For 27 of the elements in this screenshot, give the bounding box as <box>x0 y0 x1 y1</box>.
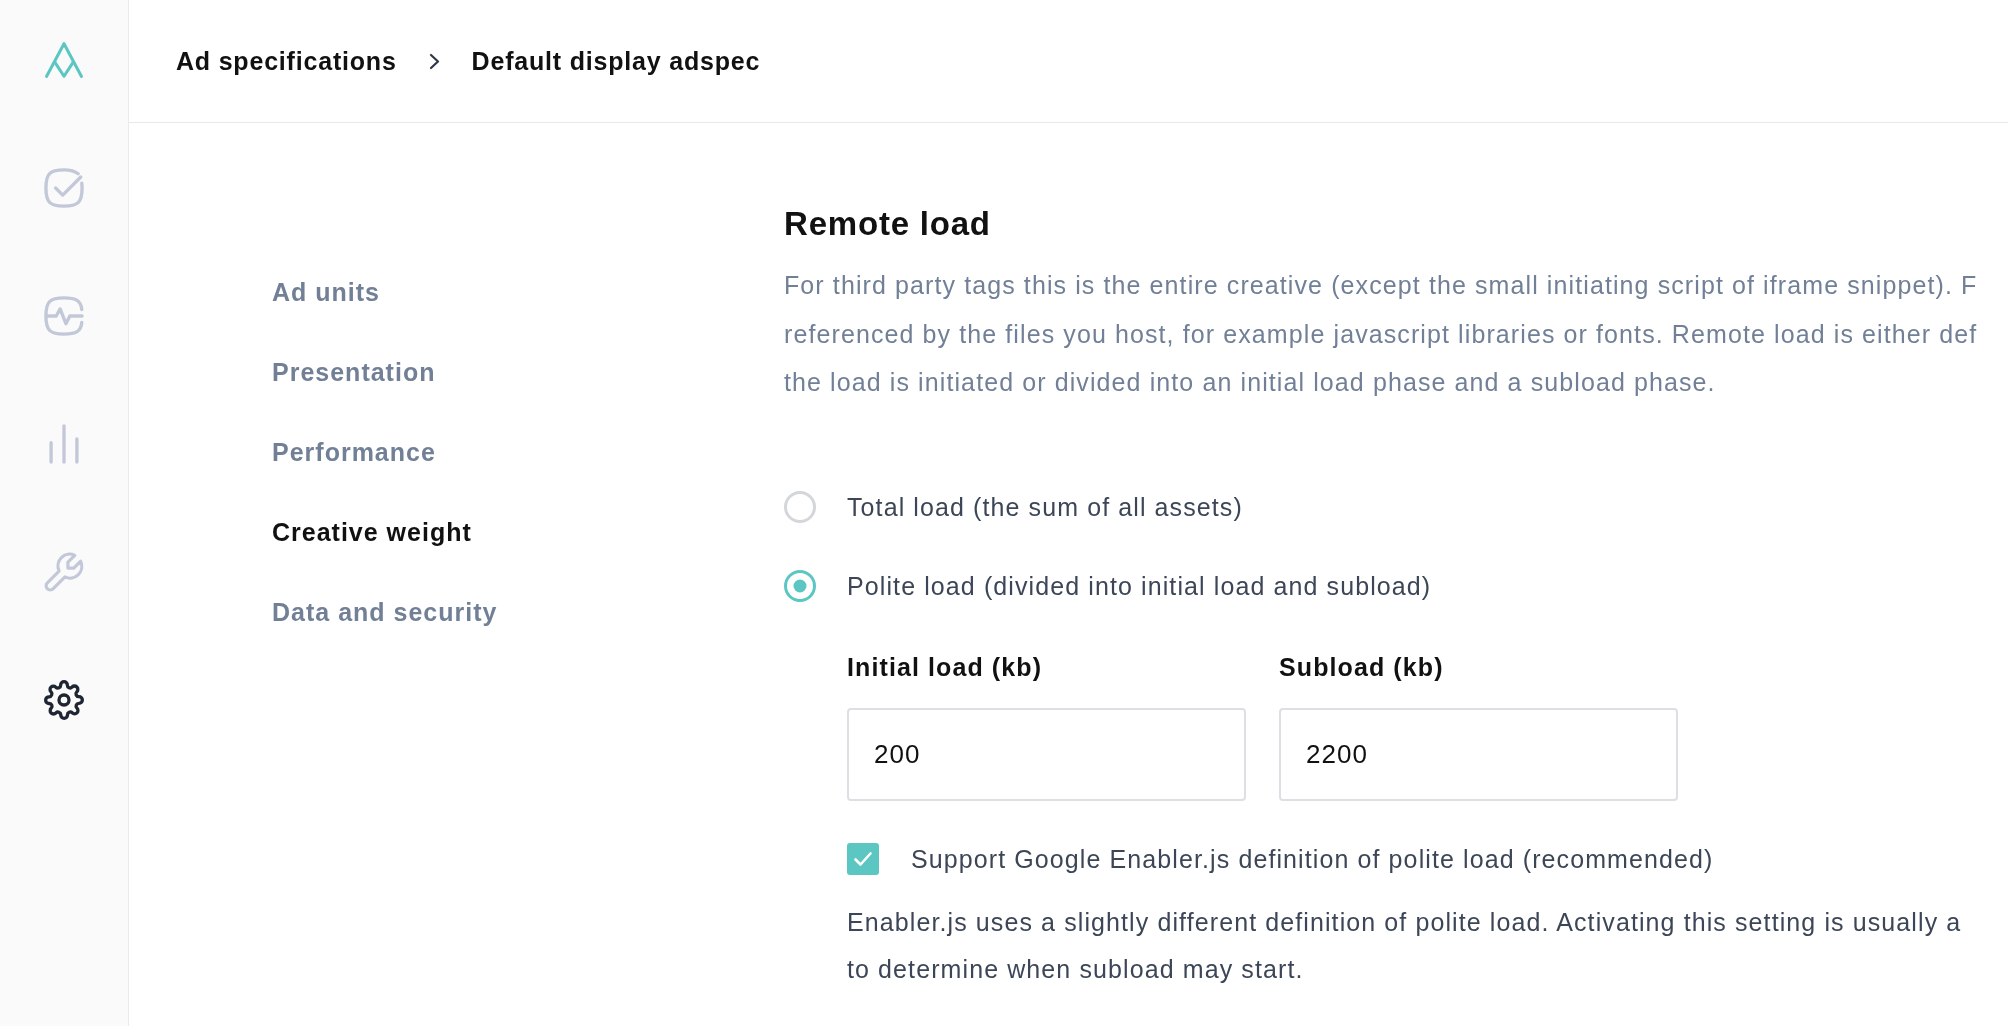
pulse-icon[interactable] <box>44 296 84 336</box>
checkbox-label: Support Google Enabler.js definition of polite load (recommended) <box>911 843 1714 875</box>
radio-button[interactable] <box>784 569 816 602</box>
logo-icon[interactable] <box>45 42 83 78</box>
section-nav-item[interactable]: Ad units <box>272 276 380 308</box>
input-field[interactable]: 200 <box>847 707 1246 801</box>
settings-icon[interactable] <box>44 680 84 720</box>
wrench-icon[interactable] <box>44 552 84 592</box>
radio-label: Polite load (divided into initial load and subload) <box>847 570 1432 602</box>
section-nav-item[interactable]: Presentation <box>272 356 436 388</box>
section-description: For third party tags this is the entire creative (except the small initiating script of iframe snippet). F referenced by the files you host, for example javascript libraries or fonts. Remote load is either def the load is initiated or divided into an initial load phase and a subload phase. <box>784 270 1978 398</box>
help-text: Enabler.js uses a slightly different definition of polite load. Activating this setting is usually a to determine when subload may start. <box>847 906 1962 985</box>
checkbox[interactable] <box>847 842 879 875</box>
breadcrumb-current: Default display adspec <box>471 46 761 76</box>
section-title: Remote load <box>784 204 991 244</box>
field-label: Initial load (kb) <box>847 651 1043 683</box>
breadcrumb-link[interactable]: Ad specifications <box>176 46 397 76</box>
radio-label: Total load (the sum of all assets) <box>847 491 1243 523</box>
checkmark-icon[interactable] <box>44 168 84 208</box>
field-label: Subload (kb) <box>1279 651 1444 683</box>
input-field[interactable]: 2200 <box>1279 707 1678 801</box>
section-nav-item[interactable]: Data and security <box>272 596 498 628</box>
radio-button[interactable] <box>784 490 816 523</box>
section-nav-item[interactable]: Performance <box>272 436 436 468</box>
section-nav-item[interactable]: Creative weight <box>272 516 472 548</box>
chevron-right-icon <box>428 52 440 70</box>
bar-chart-icon[interactable] <box>49 424 79 464</box>
